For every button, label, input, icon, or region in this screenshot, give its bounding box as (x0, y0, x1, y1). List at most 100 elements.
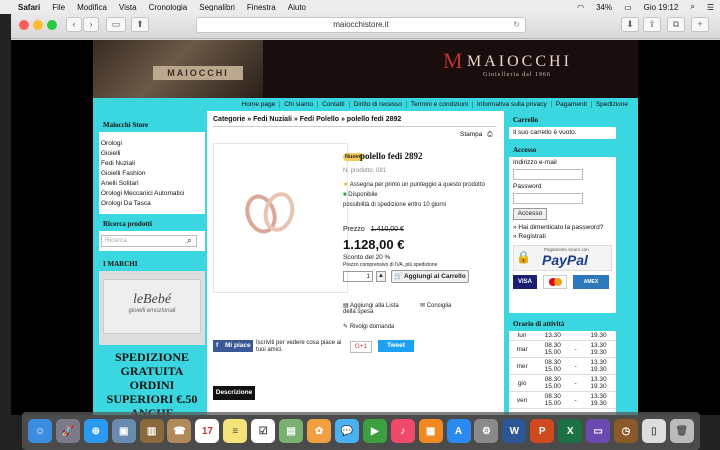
messages-icon[interactable]: 💬 (334, 419, 359, 443)
tweet-button[interactable]: Tweet (378, 340, 414, 352)
print-link[interactable]: Stampa ⎙ (460, 131, 492, 139)
category-fedi-nuziali[interactable]: Fedi Nuziali (99, 158, 205, 168)
screen-icon[interactable]: ▭ (586, 419, 611, 443)
photos-icon[interactable]: ✿ (307, 419, 332, 443)
cart-box: Carrello Il suo carrello è vuoto. (509, 113, 616, 139)
close-window-button[interactable] (19, 20, 29, 30)
price-label: Prezzo 1.410,00 € (343, 226, 404, 233)
category-gioielli[interactable]: Gioielli (99, 148, 205, 158)
tab-description[interactable]: Descrizione (213, 386, 255, 400)
back-button[interactable]: ‹ (66, 17, 82, 32)
new-tab-button[interactable]: + (691, 17, 709, 32)
store-title: Maiocchi Store (99, 118, 205, 132)
facetime-icon[interactable]: ▶ (362, 419, 387, 443)
nav-pagamenti[interactable]: Pagamenti (552, 101, 592, 108)
reminders-icon[interactable]: ☑ (251, 419, 276, 443)
quantity-input[interactable]: 1 (343, 271, 373, 282)
amex-icon: AMEX (573, 275, 609, 289)
cart-empty-text: Il suo carrello è vuoto. (513, 129, 577, 136)
login-title: Accesso (509, 143, 616, 157)
address-bar[interactable]: maiocchistore.it ↻ (196, 17, 526, 33)
category-orologi[interactable]: Orologi (99, 138, 205, 148)
site-logo[interactable]: M MAIOCCHI Gioielleria dal 1966 (443, 48, 623, 80)
register-link[interactable]: » Registrati (509, 233, 616, 242)
download-icon[interactable]: ⬇ (621, 17, 639, 32)
rating-prompt[interactable]: ★ Assegna per primo un punteggio a quest… (343, 181, 485, 188)
hours-morning: 13.30 (535, 331, 571, 341)
category-orologi-tasca[interactable]: Orologi Da Tasca (99, 198, 205, 208)
excel-icon[interactable]: X (558, 419, 583, 443)
breadcrumb[interactable]: Categorie » Fedi Nuziali » Fedi Polello … (213, 116, 401, 123)
shipping-note: possibilità di spedizione entro 10 giorn… (343, 202, 447, 208)
music-icon[interactable]: ♪ (390, 419, 415, 443)
app-store-icon[interactable]: A (446, 419, 471, 443)
category-orologi-meccanici[interactable]: Orologi Meccanici Automatici (99, 188, 205, 198)
hours-morning-1: 08.30 (544, 342, 561, 349)
facebook-like-label: Mi piace (225, 342, 251, 349)
zoom-window-button[interactable] (47, 20, 57, 30)
document-icon[interactable]: ▯ (641, 419, 666, 443)
books-icon[interactable]: ▦ (418, 419, 443, 443)
sidebar-toggle-button[interactable]: ▭ (106, 17, 126, 32)
available-icon: ■ (343, 192, 347, 198)
logo-subtitle: Gioielleria dal 1966 (483, 72, 551, 78)
forward-button[interactable]: › (83, 17, 99, 32)
contacts-icon[interactable]: ☎ (167, 419, 192, 443)
facebook-text: Iscriviti per vedere cosa piace ai tuoi … (256, 340, 342, 353)
nav-recesso[interactable]: Diritto di recesso (350, 101, 407, 108)
facebook-like-button[interactable]: f Mi piace (213, 340, 253, 352)
nav-chi-siamo[interactable]: Chi siamo (280, 101, 319, 108)
share-button[interactable]: ⇪ (643, 17, 661, 32)
brand-banner[interactable]: leBebé gioielli emozionali (103, 279, 201, 334)
ask-label: Rivolgi domanda (349, 324, 395, 330)
minimize-window-button[interactable] (33, 20, 43, 30)
category-anelli-solitari[interactable]: Anelli Solitari (99, 178, 205, 188)
notes-icon[interactable]: ≡ (223, 419, 248, 443)
rating-text: Assegna per primo un punteggio a questo … (349, 182, 485, 188)
nav-contatti[interactable]: Contatti (318, 101, 350, 108)
product-title: polello fedi 2892 (360, 151, 423, 161)
hours-title: Orario di attività (509, 317, 616, 331)
finder-icon[interactable]: ☺ (27, 419, 52, 443)
notes-book-icon[interactable]: ▥ (139, 419, 164, 443)
password-field[interactable] (513, 193, 583, 204)
nav-termini[interactable]: Termini e condizioni (407, 101, 474, 108)
photos-app-icon[interactable]: ▣ (111, 419, 136, 443)
wishlist-link[interactable]: ▤ Aggiungi alla Lista della spesa (343, 302, 413, 315)
google-plus-button[interactable]: G+1 (350, 341, 372, 353)
share-icon[interactable]: ⬆ (131, 17, 149, 32)
product-image[interactable] (235, 186, 305, 236)
word-icon[interactable]: W (502, 419, 527, 443)
star-icon: ★ (343, 182, 349, 188)
availability: ■ Disponibile (343, 192, 378, 198)
calendar-icon[interactable]: 17 (195, 419, 220, 443)
forgot-password-link[interactable]: » Hai dimenticato la password? (509, 224, 616, 233)
email-field[interactable] (513, 169, 583, 180)
safari-icon[interactable]: ⊕ (83, 419, 108, 443)
reload-icon[interactable]: ↻ (513, 18, 520, 32)
search-icon[interactable]: ⌕ (187, 235, 192, 245)
breadcrumb-divider (213, 126, 496, 127)
login-button[interactable]: Accesso (513, 208, 547, 220)
nav-spedizione[interactable]: Spedizione (592, 101, 632, 108)
hours-sep: - (570, 391, 581, 409)
product-main: Categorie » Fedi Nuziali » Fedi Polello … (210, 111, 500, 415)
hours-morning-1: 08.30 (544, 393, 561, 400)
quantity-stepper[interactable]: ▲ (376, 271, 386, 282)
nav-privacy[interactable]: Informativa sulla privacy (473, 101, 552, 108)
add-to-cart-button[interactable]: 🛒 Aggiungi al Carrello (391, 270, 469, 283)
settings-icon[interactable]: ⚙ (474, 419, 499, 443)
nav-home[interactable]: Home page (238, 101, 281, 108)
ask-question-link[interactable]: ✎ Rivolgi domanda (343, 323, 394, 330)
powerpoint-icon[interactable]: P (530, 419, 555, 443)
hours-afternoon: 13.30 19.30 (580, 357, 616, 375)
search-input[interactable]: Ricerca ⌕ (101, 235, 197, 247)
trash-icon[interactable]: 🗑 (669, 419, 694, 443)
tabs-overview-button[interactable]: ⧉ (667, 17, 685, 32)
category-gioielli-fashion[interactable]: Gioielli Fashion (99, 168, 205, 178)
recommend-link[interactable]: ✉ Consiglia (420, 302, 451, 309)
clock-icon[interactable]: ◷ (613, 419, 638, 443)
hours-row: gio 08.30 15.00 - 13.30 19.30 (509, 374, 616, 392)
preview-icon[interactable]: ▤ (279, 419, 304, 443)
launchpad-icon[interactable]: 🚀 (55, 419, 80, 443)
